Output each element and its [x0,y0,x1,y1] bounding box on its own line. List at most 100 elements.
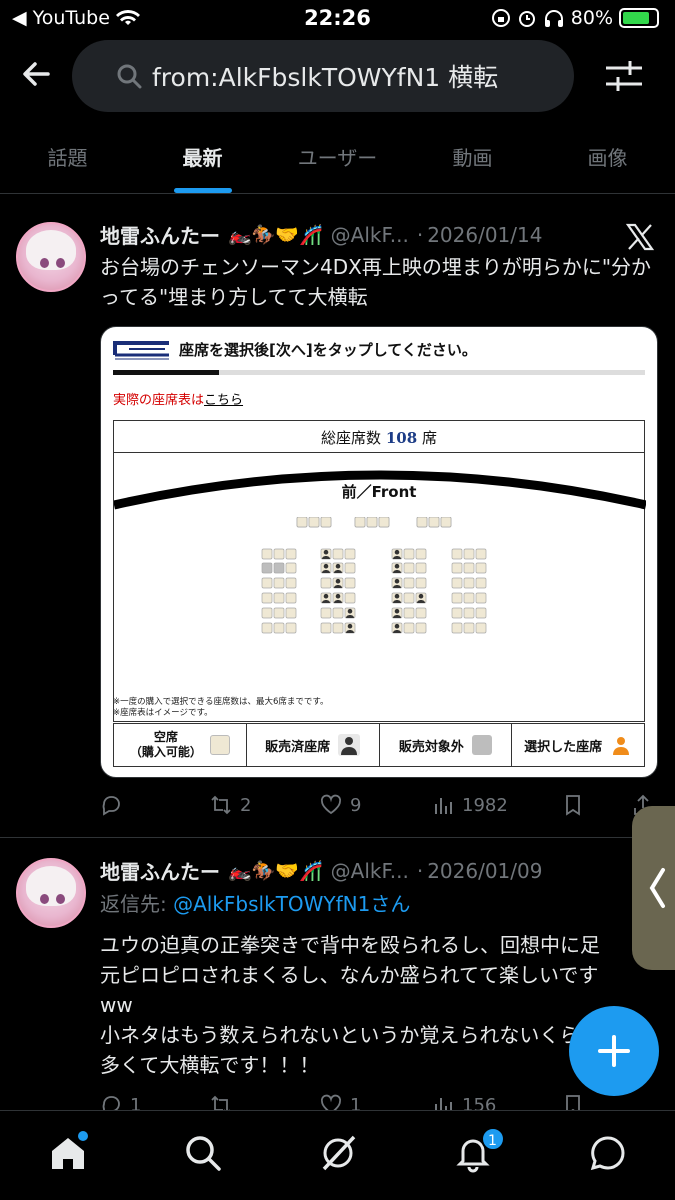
search-query: from:AlkFbslkTOWYfN1 横転 [152,63,499,92]
seat-available [451,592,463,604]
seatmap-link[interactable]: こちら [204,393,243,408]
seat-sold [391,577,403,589]
person-icon [338,734,361,756]
seat-available [320,607,332,619]
tweet[interactable]: 地雷ふんたー 🏍️🏇🤝🎢 @AlkF... · 2026/01/14 お台場のチ… [0,200,675,838]
legend-not-for-sale: 販売対象外 [380,724,513,766]
bookmark-button[interactable] [562,794,632,816]
status-bar: ◀ YouTube 22:26 80% [0,0,675,38]
tab-videos[interactable]: 動画 [405,118,540,193]
avatar[interactable] [16,858,86,928]
seat-available [296,517,308,528]
like-button[interactable]: 9 [320,794,432,816]
display-name[interactable]: 地雷ふんたー [100,220,220,249]
seat-available [261,548,273,560]
tab-trending[interactable]: 話題 [0,118,135,193]
seat-available [261,592,273,604]
nav-search[interactable] [135,1111,270,1200]
compose-button[interactable] [569,1006,659,1096]
nav-messages[interactable] [540,1111,675,1200]
person-orange-icon [613,737,630,755]
search-icon [117,64,142,89]
side-panel-handle[interactable] [632,806,675,970]
seat-available [285,577,297,589]
headphones-icon [544,10,563,27]
seat-sold [332,592,344,604]
seat-sold [391,622,403,634]
seat-sold [332,562,344,574]
seat-available [273,622,285,634]
seat-available [403,548,415,560]
retweet-icon [211,795,231,815]
seat-unavailable [261,562,273,574]
grok-icon [322,1135,355,1171]
seat-available [463,622,475,634]
seat-grid [261,517,487,634]
user-handle[interactable]: @AlkF... [331,223,409,247]
avatar[interactable] [16,222,86,292]
seat-sold [332,577,344,589]
alarm-icon [518,11,535,27]
seat-unavailable [273,562,285,574]
nav-grok[interactable] [270,1111,405,1200]
seat-available [415,562,427,574]
seat-available [451,562,463,574]
seat-available [320,517,332,528]
message-icon [590,1136,624,1171]
chevron-left-icon [649,868,665,908]
display-name[interactable]: 地雷ふんたー [100,856,220,885]
seat-available [273,592,285,604]
seat-available [463,577,475,589]
seat-available [475,562,487,574]
seat-available [475,577,487,589]
views-button[interactable]: 1982 [432,794,562,816]
seat-available [415,622,427,634]
back-arrow-icon[interactable] [18,56,54,92]
tweet-image[interactable]: 座席を選択後[次へ]をタップしてください。 実際の座席表はこちら 総座席数 10… [100,326,658,778]
seat-available [463,607,475,619]
seat-footnotes: ※一度の購入で選択できる座席数は、最大6席までです。 ※座席表はイメージです。 [113,697,329,718]
search-input[interactable]: from:AlkFbslkTOWYfN1 横転 [72,40,574,112]
tab-latest[interactable]: 最新 [135,118,270,193]
seat-available [403,577,415,589]
tweet-date[interactable]: 2026/01/09 [427,859,542,883]
nav-notifications[interactable]: 1 [405,1111,540,1200]
seat-sold [391,548,403,560]
seat-available [463,548,475,560]
seat-available [285,592,297,604]
seat-available [378,517,390,528]
reply-button[interactable] [100,794,210,816]
seat-sold [320,562,332,574]
legend-sold: 販売済座席 [247,724,380,766]
search-filter-icon[interactable] [604,58,644,94]
tweet[interactable]: 地雷ふんたー 🏍️🏇🤝🎢 @AlkF... · 2026/01/09 返信先: … [0,840,675,1120]
retweet-button[interactable]: 2 [210,794,320,816]
seat-available [440,517,452,528]
user-handle[interactable]: @AlkF... [331,859,409,883]
seat-available [308,517,320,528]
legend-available: 空席 （購入可能） [114,724,247,766]
seat-available [403,622,415,634]
seat-available [332,622,344,634]
seat-available [285,622,297,634]
seat-available [415,607,427,619]
battery-percent: 80% [570,7,613,29]
legend-selected: 選択した座席 [512,724,644,766]
seat-available [320,577,332,589]
seat-available [416,517,428,528]
nav-home[interactable] [0,1111,135,1200]
home-unread-dot [77,1131,88,1141]
plus-icon [598,1035,630,1067]
front-label: 前／Front [341,483,417,501]
search-header: from:AlkFbslkTOWYfN1 横転 [0,38,675,118]
tab-images[interactable]: 画像 [540,118,675,193]
reply-to-handle[interactable]: @AlkFbslkTOWYfN1さん [173,892,410,916]
tweet-date[interactable]: 2026/01/14 [427,223,542,247]
seat-instruction: 座席を選択後[次へ]をタップしてください。 [179,341,477,359]
seat-available [354,517,366,528]
seat-available [332,607,344,619]
seat-available [475,548,487,560]
total-seats: 総座席数 108 席 [114,421,644,453]
view-count: 1982 [462,794,508,816]
tab-users[interactable]: ユーザー [270,118,405,193]
